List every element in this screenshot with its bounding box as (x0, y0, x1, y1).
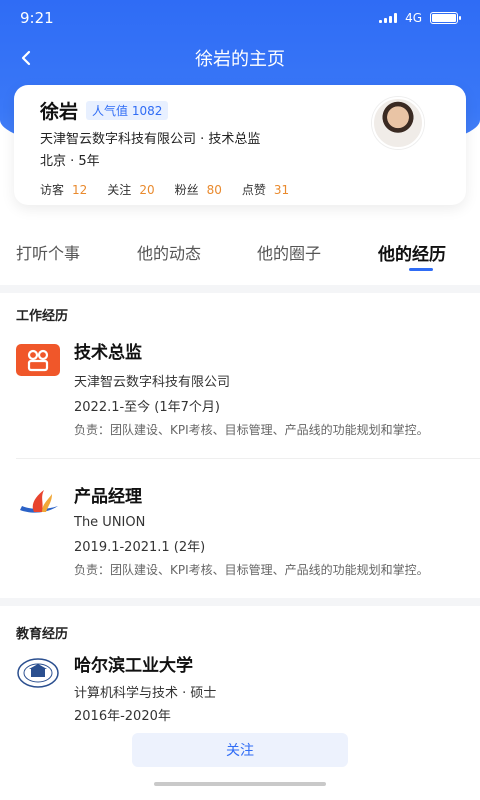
stat-label: 访客 (40, 183, 65, 197)
company-name: 天津智云数字科技有限公司 (74, 375, 231, 390)
profile-name: 徐岩 (40, 101, 79, 123)
status-bar: 9:21 4G (0, 0, 480, 36)
popularity-badge: 人气值 1082 (86, 101, 169, 120)
stat-value: 31 (273, 183, 290, 197)
tab-posts[interactable]: 他的动态 (137, 240, 201, 264)
stat-value: 20 (139, 183, 155, 197)
chevron-left-icon (21, 50, 31, 66)
work-section-title: 工作经历 (16, 309, 69, 324)
follow-button[interactable]: 关注 (132, 733, 348, 767)
divider (16, 458, 480, 459)
tab-circles[interactable]: 他的圈子 (257, 240, 321, 264)
work-item[interactable]: 产品经理 The UNION 2019.1-2021.1 (2年) 负责：团队建… (16, 482, 476, 592)
network-type: 4G (405, 11, 422, 25)
home-indicator (154, 782, 326, 786)
stat-fans[interactable]: 粉丝 80 (175, 181, 222, 198)
avatar[interactable] (372, 97, 424, 149)
tab-bar: 打听个事 他的动态 他的圈子 他的经历 (0, 228, 480, 276)
section-separator (0, 598, 480, 606)
profile-location: 北京 · 5年 (40, 154, 100, 169)
tab-active-indicator (409, 268, 433, 271)
tab-experience[interactable]: 他的经历 (378, 240, 446, 265)
work-item[interactable]: 技术总监 天津智云数字科技有限公司 2022.1-至今 (1年7个月) 负责：团… (16, 338, 476, 448)
stat-label: 关注 (107, 183, 132, 197)
job-description: 负责：团队建设、KPI考核、目标管理、产品线的功能规划和掌控。 (74, 423, 429, 437)
stat-visitors[interactable]: 访客 12 (40, 181, 87, 198)
profile-card: 徐岩 人气值 1082 天津智云数字科技有限公司 · 技术总监 北京 · 5年 … (14, 85, 466, 205)
company-name: The UNION (74, 515, 146, 530)
stat-label: 粉丝 (174, 183, 199, 197)
major-degree: 计算机科学与技术 · 硕士 (74, 686, 217, 701)
stat-value: 80 (206, 183, 222, 197)
job-description: 负责：团队建设、KPI考核、目标管理、产品线的功能规划和掌控。 (74, 563, 429, 577)
job-period: 2019.1-2021.1 (2年) (74, 540, 206, 555)
profile-stats: 访客 12 关注 20 粉丝 80 点赞 31 (40, 181, 450, 198)
stat-following[interactable]: 关注 20 (107, 181, 154, 198)
education-period: 2016年-2020年 (74, 709, 171, 724)
school-name: 哈尔滨工业大学 (74, 656, 193, 676)
section-separator (0, 285, 480, 293)
stat-likes[interactable]: 点赞 31 (242, 181, 289, 198)
stat-label: 点赞 (241, 183, 266, 197)
flame-logo-icon (16, 488, 60, 520)
university-seal-icon (16, 657, 60, 689)
battery-icon (430, 12, 461, 24)
job-title: 产品经理 (74, 487, 142, 507)
stat-value: 12 (72, 183, 88, 197)
back-button[interactable] (12, 44, 40, 72)
job-period: 2022.1-至今 (1年7个月) (74, 400, 220, 415)
tab-ask[interactable]: 打听个事 (16, 240, 80, 264)
status-time: 9:21 (20, 9, 54, 27)
signal-icon (379, 13, 398, 23)
job-title: 技术总监 (74, 343, 142, 363)
education-section-title: 教育经历 (16, 627, 69, 642)
status-indicators: 4G (379, 11, 461, 25)
nav-bar: 徐岩的主页 (0, 38, 480, 78)
education-item[interactable]: 哈尔滨工业大学 计算机科学与技术 · 硕士 2016年-2020年 (16, 651, 476, 724)
page-title: 徐岩的主页 (195, 49, 285, 70)
orange-company-logo-icon (16, 344, 60, 376)
